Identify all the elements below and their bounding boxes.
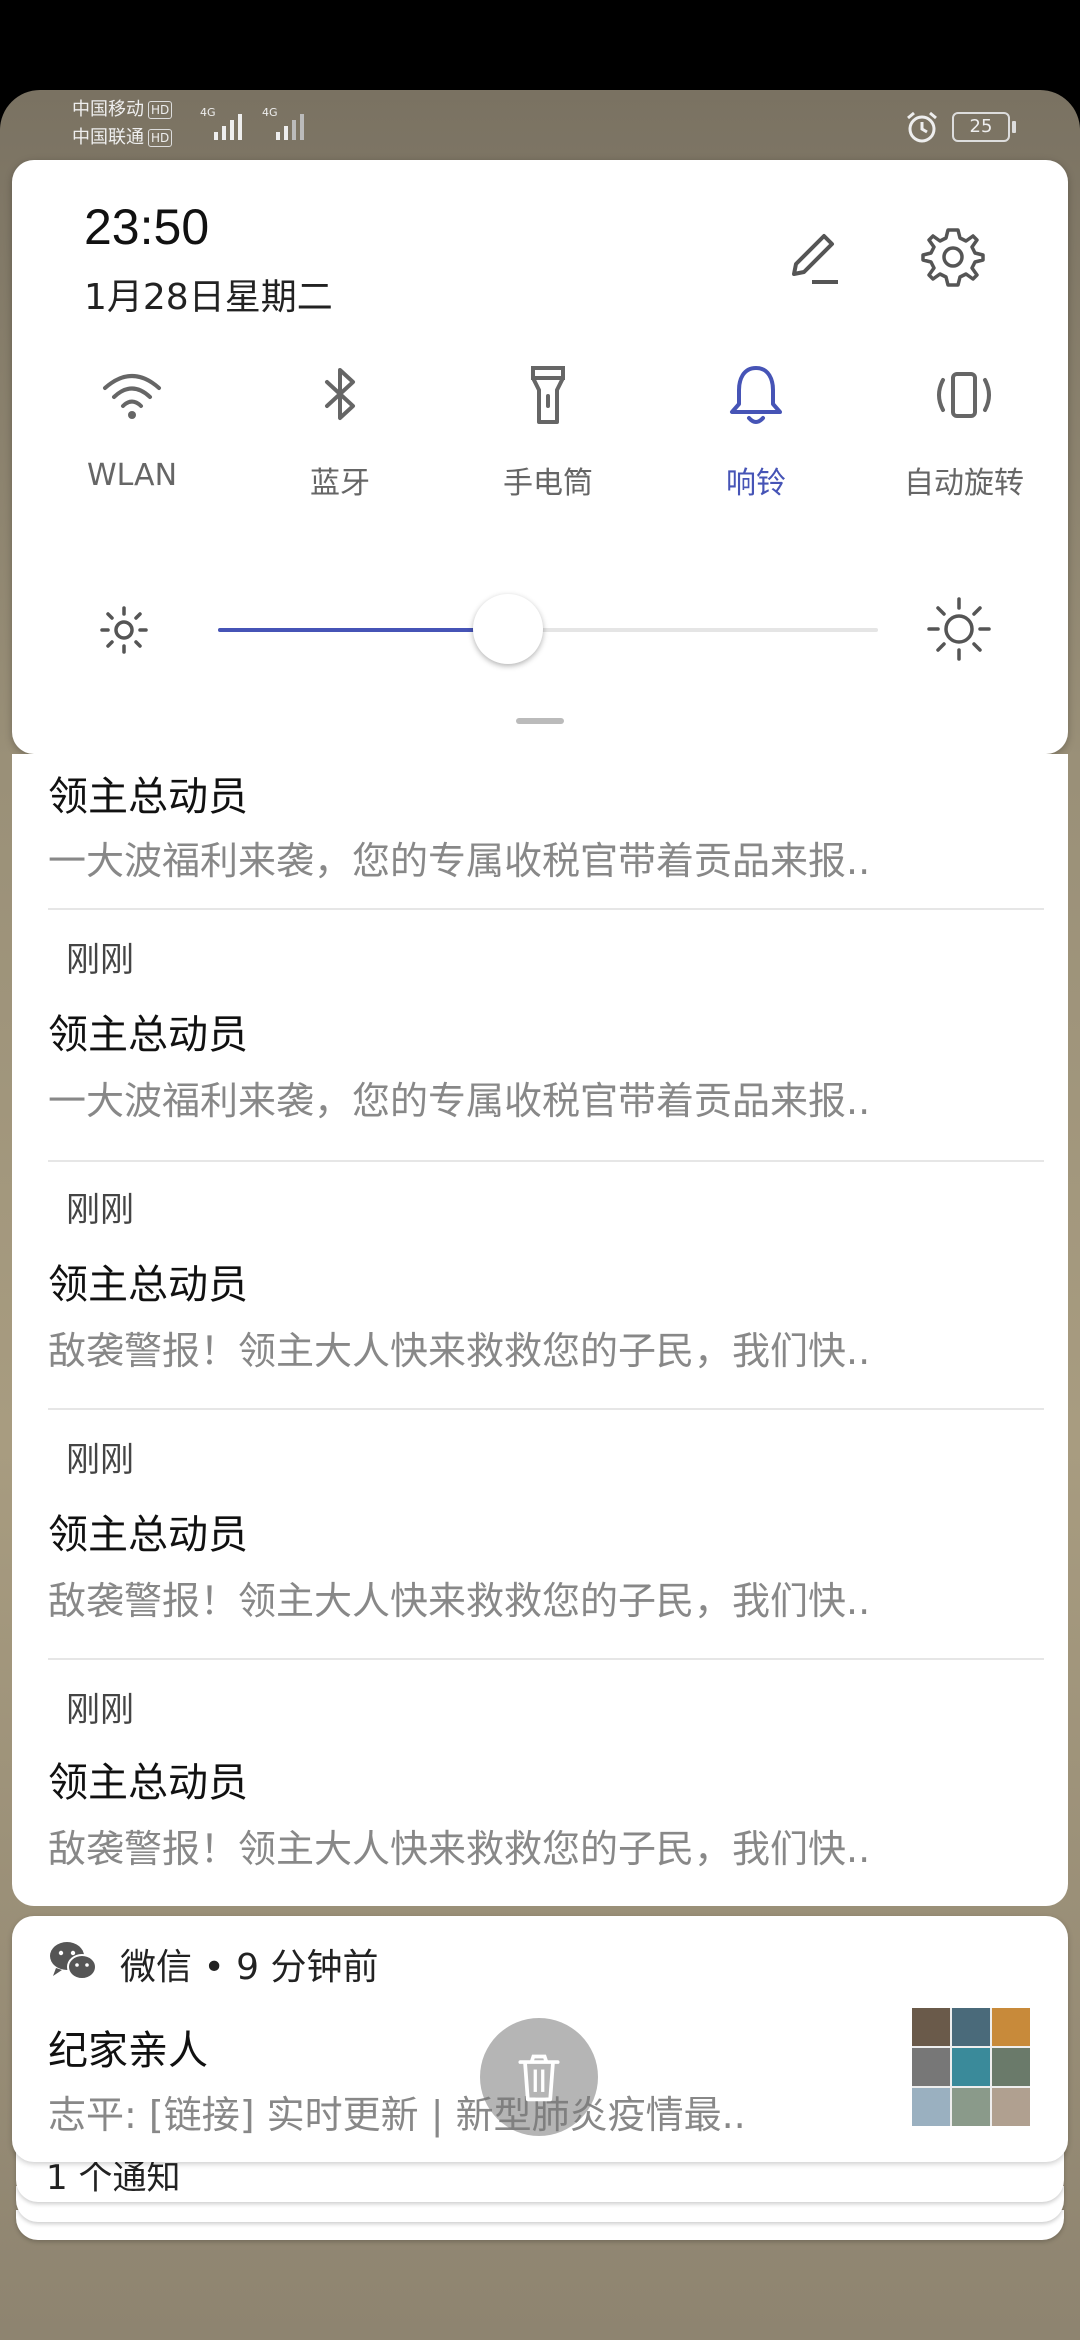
notification-time: 刚刚	[66, 1690, 134, 1730]
battery-indicator: 25	[952, 112, 1016, 142]
notification-text: 敌袭警报！领主大人快来救救您的子民，我们快..	[48, 1579, 871, 1623]
wechat-icon	[50, 1942, 97, 1980]
tile-ring[interactable]: 响铃	[666, 360, 846, 520]
carrier-2-name: 中国联通	[72, 127, 144, 148]
settings-gear-icon[interactable]	[920, 224, 986, 290]
wechat-message-text: 志平: [链接] 实时更新 | 新型肺炎疫情最..	[48, 2093, 746, 2137]
brightness-slider[interactable]	[218, 594, 878, 664]
divider	[48, 1658, 1044, 1660]
brightness-slider-thumb[interactable]	[473, 594, 544, 664]
panel-drag-handle[interactable]	[516, 718, 564, 724]
tile-flashlight[interactable]: 手电筒	[458, 360, 638, 520]
quick-settings-panel: 23:50 1月28日星期二 WLAN 蓝牙 手电筒 响铃 自动旋转	[12, 160, 1068, 754]
brightness-slider-fill	[218, 628, 509, 632]
tile-flashlight-label: 手电筒	[503, 466, 593, 501]
signal-strength-icon-2: 4G	[262, 106, 304, 140]
notification-title: 领主总动员	[48, 774, 248, 820]
status-bar: 中国移动 HD 中国联通 HD 4G 4G 25	[0, 90, 1080, 160]
divider	[48, 1160, 1044, 1162]
bluetooth-icon	[325, 368, 355, 420]
hd-badge-1: HD	[148, 101, 173, 119]
tile-ring-label: 响铃	[726, 466, 786, 501]
notification-text: 敌袭警报！领主大人快来救救您的子民，我们快..	[48, 1329, 871, 1373]
signal-strength-icon: 4G	[200, 106, 242, 140]
notification-text: 一大波福利来袭，您的专属收税官带着贡品来报..	[48, 1079, 871, 1123]
tile-auto-rotate[interactable]: 自动旋转	[874, 360, 1054, 520]
notification-time: 刚刚	[66, 1440, 134, 1480]
tile-wlan-label: WLAN	[86, 458, 178, 493]
network-type-1: 4G	[200, 106, 216, 119]
network-type-2: 4G	[262, 106, 278, 119]
notification-title: 领主总动员	[48, 1512, 248, 1558]
tile-bluetooth[interactable]: 蓝牙	[250, 360, 430, 520]
clear-all-button[interactable]	[480, 2018, 598, 2136]
group-avatar	[912, 2008, 1030, 2126]
brightness-low-icon	[100, 606, 148, 654]
divider	[48, 1408, 1044, 1410]
tile-auto-rotate-label: 自动旋转	[904, 466, 1024, 501]
carrier-2: 中国联通 HD	[72, 126, 173, 150]
auto-rotate-icon	[937, 372, 991, 418]
hd-badge-2: HD	[148, 129, 173, 147]
wechat-app-label: 微信 • 9 分钟前	[120, 1947, 379, 1988]
notification-time: 刚刚	[66, 1190, 134, 1230]
trash-icon	[518, 2054, 560, 2102]
wechat-chat-title: 纪家亲人	[48, 2028, 208, 2074]
tile-wlan[interactable]: WLAN	[42, 360, 222, 520]
notification-text: 敌袭警报！领主大人快来救救您的子民，我们快..	[48, 1827, 871, 1871]
brightness-high-icon	[927, 597, 991, 661]
clock-time: 23:50	[84, 199, 210, 255]
wifi-icon	[103, 374, 161, 419]
edit-pencil-icon[interactable]	[782, 226, 846, 290]
notification-title: 领主总动员	[48, 1012, 248, 1058]
notification-title: 领主总动员	[48, 1760, 248, 1806]
clock-date: 1月28日星期二	[84, 277, 333, 318]
bell-icon	[730, 366, 782, 424]
notification-time: 刚刚	[66, 940, 134, 980]
notification-text: 一大波福利来袭，您的专属收税官带着贡品来报..	[48, 839, 871, 883]
notification-title: 领主总动员	[48, 1262, 248, 1308]
carrier-1-name: 中国移动	[72, 99, 144, 120]
divider	[48, 908, 1044, 910]
tile-bluetooth-label: 蓝牙	[310, 466, 370, 501]
notification-group: 领主总动员 一大波福利来袭，您的专属收税官带着贡品来报.. 刚刚 领主总动员 一…	[12, 754, 1068, 1906]
carrier-1: 中国移动 HD	[72, 98, 173, 122]
flashlight-icon	[531, 366, 565, 424]
alarm-clock-icon	[907, 111, 937, 143]
